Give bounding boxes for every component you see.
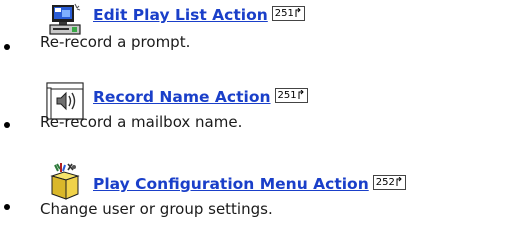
page-reference: 252: [372, 175, 406, 190]
action-description: Re-record a prompt.: [40, 33, 191, 51]
reference-arrow-icon: [396, 177, 402, 186]
play-configuration-menu-action-link[interactable]: Play Configuration Menu Action 252: [93, 175, 406, 193]
action-description: Change user or group settings.: [40, 200, 273, 218]
action-description: Re-record a mailbox name.: [40, 113, 243, 131]
list-item-record-name: Record Name Action 251 Re-record a mailbo…: [0, 82, 521, 162]
reference-arrow-icon: [298, 90, 304, 99]
bullet-icon: [4, 122, 10, 128]
configuration-box-icon: [46, 162, 84, 200]
reference-arrow-icon: [295, 8, 301, 17]
page-reference: 251: [271, 6, 305, 21]
bullet-icon: [4, 204, 10, 210]
record-name-action-link[interactable]: Record Name Action 251: [93, 88, 308, 106]
bullet-icon: [4, 44, 10, 50]
list-item-play-configuration-menu: Play Configuration Menu Action 252 Change…: [0, 162, 521, 242]
list-item-edit-play-list: Edit Play List Action 251 Re-record a pro…: [0, 0, 521, 80]
edit-play-list-action-link[interactable]: Edit Play List Action 251: [93, 6, 305, 24]
page-reference: 251: [274, 88, 308, 103]
